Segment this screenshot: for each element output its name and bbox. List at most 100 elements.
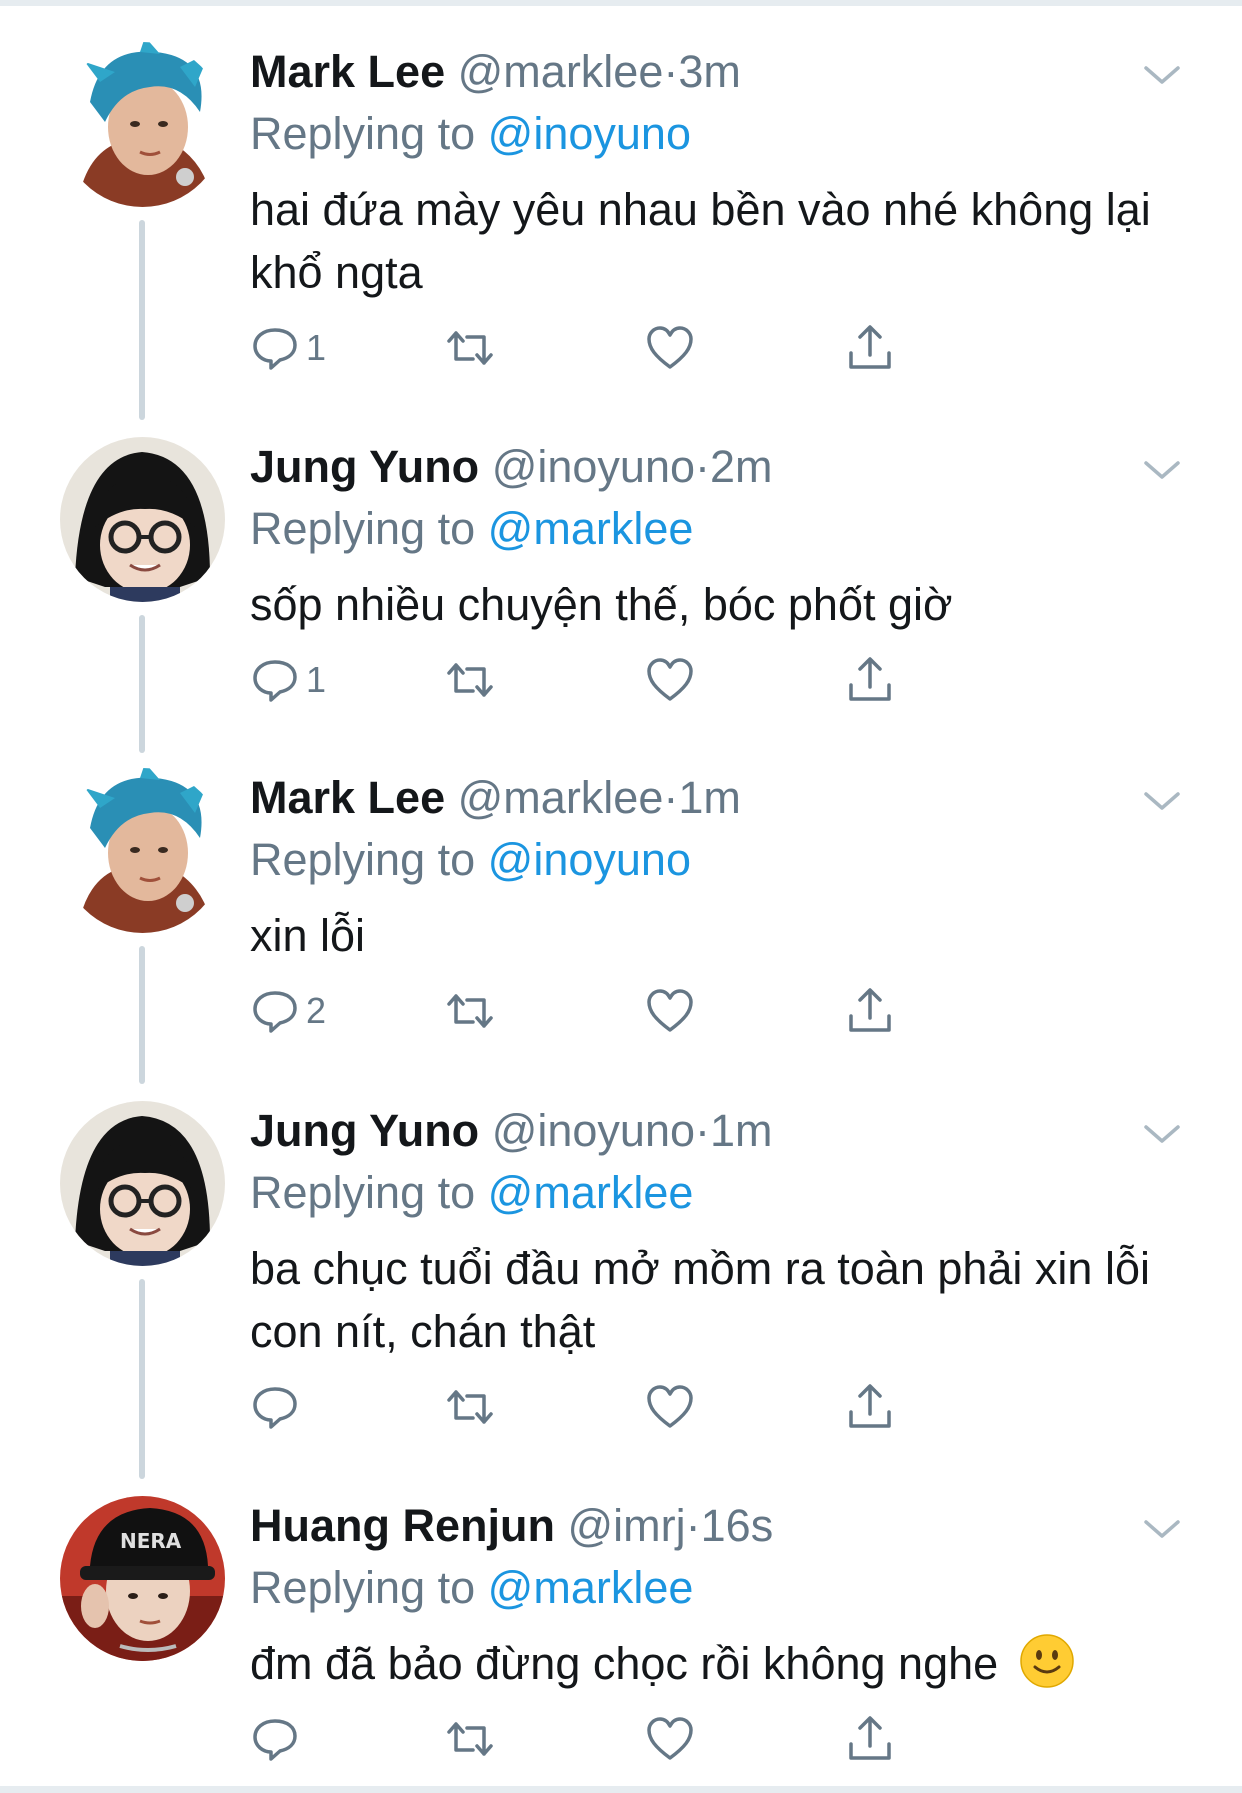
display-name[interactable]: Huang Renjun <box>250 1500 555 1551</box>
retweet-icon <box>447 331 493 365</box>
slightly-smiling-face-icon <box>1019 1634 1074 1688</box>
action-bar: 1 <box>250 320 1010 376</box>
replying-label: Replying to <box>250 503 476 554</box>
retweet-button[interactable] <box>445 652 495 708</box>
retweet-button[interactable] <box>445 320 495 376</box>
display-name[interactable]: Mark Lee <box>250 772 445 823</box>
user-handle[interactable]: @inoyuno <box>492 1105 695 1156</box>
mention-link[interactable]: @marklee <box>488 503 694 554</box>
user-handle[interactable]: @imrj <box>568 1500 686 1551</box>
chevron-down-icon[interactable] <box>1143 782 1181 820</box>
action-bar <box>250 1379 1010 1435</box>
reply-icon <box>253 991 297 1033</box>
avatar[interactable] <box>60 42 225 207</box>
chevron-down-icon[interactable] <box>1143 451 1181 489</box>
reply-icon <box>253 660 297 702</box>
replying-to: Replying to @inoyuno <box>250 104 691 164</box>
like-button[interactable] <box>645 1711 695 1767</box>
chevron-down-icon[interactable] <box>1143 1510 1181 1548</box>
thread-connector <box>139 946 145 1084</box>
retweet-button[interactable] <box>445 1379 495 1435</box>
top-divider <box>0 0 1242 6</box>
reply-icon <box>253 1719 297 1761</box>
retweet-icon <box>447 663 493 697</box>
separator-dot: · <box>695 1105 711 1156</box>
timestamp[interactable]: 1m <box>710 1105 773 1156</box>
tweet-header: Jung Yuno @inoyuno·1m <box>250 1101 773 1161</box>
share-icon <box>849 1716 891 1760</box>
share-icon <box>849 988 891 1032</box>
user-handle[interactable]: @marklee <box>458 46 664 97</box>
mention-link[interactable]: @inoyuno <box>488 834 691 885</box>
mention-link[interactable]: @inoyuno <box>488 108 691 159</box>
replying-to: Replying to @marklee <box>250 499 693 559</box>
retweet-icon <box>447 1722 493 1756</box>
reply-count: 1 <box>306 659 327 700</box>
retweet-icon <box>447 994 493 1028</box>
cap-avatar-icon: NERA <box>60 1496 225 1661</box>
chevron-down-icon[interactable] <box>1143 1115 1181 1153</box>
reply-button[interactable] <box>250 1711 306 1767</box>
share-button[interactable] <box>845 652 895 708</box>
tweet-text: hai đứa mày yêu nhau bền vào nhé không l… <box>250 184 1151 298</box>
retweet-button[interactable] <box>445 1711 495 1767</box>
share-icon <box>849 657 891 701</box>
separator-dot: · <box>663 46 679 97</box>
user-handle[interactable]: @inoyuno <box>492 441 695 492</box>
chevron-down-icon[interactable] <box>1143 56 1181 94</box>
reply-count: 1 <box>306 327 327 368</box>
like-icon <box>647 989 693 1032</box>
reply-button[interactable] <box>250 1379 306 1435</box>
mention-link[interactable]: @marklee <box>488 1167 694 1218</box>
like-button[interactable] <box>645 1379 695 1435</box>
timestamp[interactable]: 3m <box>678 46 741 97</box>
retweet-button[interactable] <box>445 983 495 1039</box>
reply-button[interactable]: 2 <box>250 983 326 1039</box>
share-icon <box>849 325 891 369</box>
share-button[interactable] <box>845 983 895 1039</box>
tweet-header: Jung Yuno @inoyuno·2m <box>250 437 773 497</box>
display-name[interactable]: Mark Lee <box>250 46 445 97</box>
replying-label: Replying to <box>250 1562 476 1613</box>
like-button[interactable] <box>645 320 695 376</box>
avatar[interactable] <box>60 1101 225 1266</box>
reply-button[interactable]: 1 <box>250 320 326 376</box>
blue-hair-avatar-icon <box>60 42 225 207</box>
reply-icon <box>253 328 297 370</box>
user-handle[interactable]: @marklee <box>458 772 664 823</box>
svg-text:NERA: NERA <box>120 1529 182 1553</box>
timestamp[interactable]: 16s <box>701 1500 774 1551</box>
display-name[interactable]: Jung Yuno <box>250 1105 479 1156</box>
reply-count: 2 <box>306 990 327 1031</box>
glasses-avatar-icon <box>60 437 225 602</box>
tweet-header: Huang Renjun @imrj·16s <box>250 1496 773 1556</box>
avatar[interactable]: NERA <box>60 1496 225 1661</box>
separator-dot: · <box>663 772 679 823</box>
share-button[interactable] <box>845 320 895 376</box>
tweet-text: sốp nhiều chuyện thế, bóc phốt giờ <box>250 579 953 630</box>
timestamp[interactable]: 1m <box>678 772 741 823</box>
share-icon <box>849 1384 891 1428</box>
replying-to: Replying to @inoyuno <box>250 830 691 890</box>
avatar[interactable] <box>60 768 225 933</box>
action-bar <box>250 1711 1010 1767</box>
blue-hair-avatar-icon <box>60 768 225 933</box>
display-name[interactable]: Jung Yuno <box>250 441 479 492</box>
reply-icon <box>253 1387 297 1429</box>
timestamp[interactable]: 2m <box>710 441 773 492</box>
thread-connector <box>139 1279 145 1479</box>
reply-button[interactable]: 1 <box>250 652 326 708</box>
thread-connector <box>139 615 145 753</box>
replying-label: Replying to <box>250 1167 476 1218</box>
replying-label: Replying to <box>250 108 476 159</box>
like-button[interactable] <box>645 983 695 1039</box>
like-button[interactable] <box>645 652 695 708</box>
share-button[interactable] <box>845 1379 895 1435</box>
avatar[interactable] <box>60 437 225 602</box>
tweet-header: Mark Lee @marklee·1m <box>250 768 741 828</box>
retweet-icon <box>447 1390 493 1424</box>
like-icon <box>647 1717 693 1760</box>
separator-dot: · <box>685 1500 701 1551</box>
share-button[interactable] <box>845 1711 895 1767</box>
mention-link[interactable]: @marklee <box>488 1562 694 1613</box>
